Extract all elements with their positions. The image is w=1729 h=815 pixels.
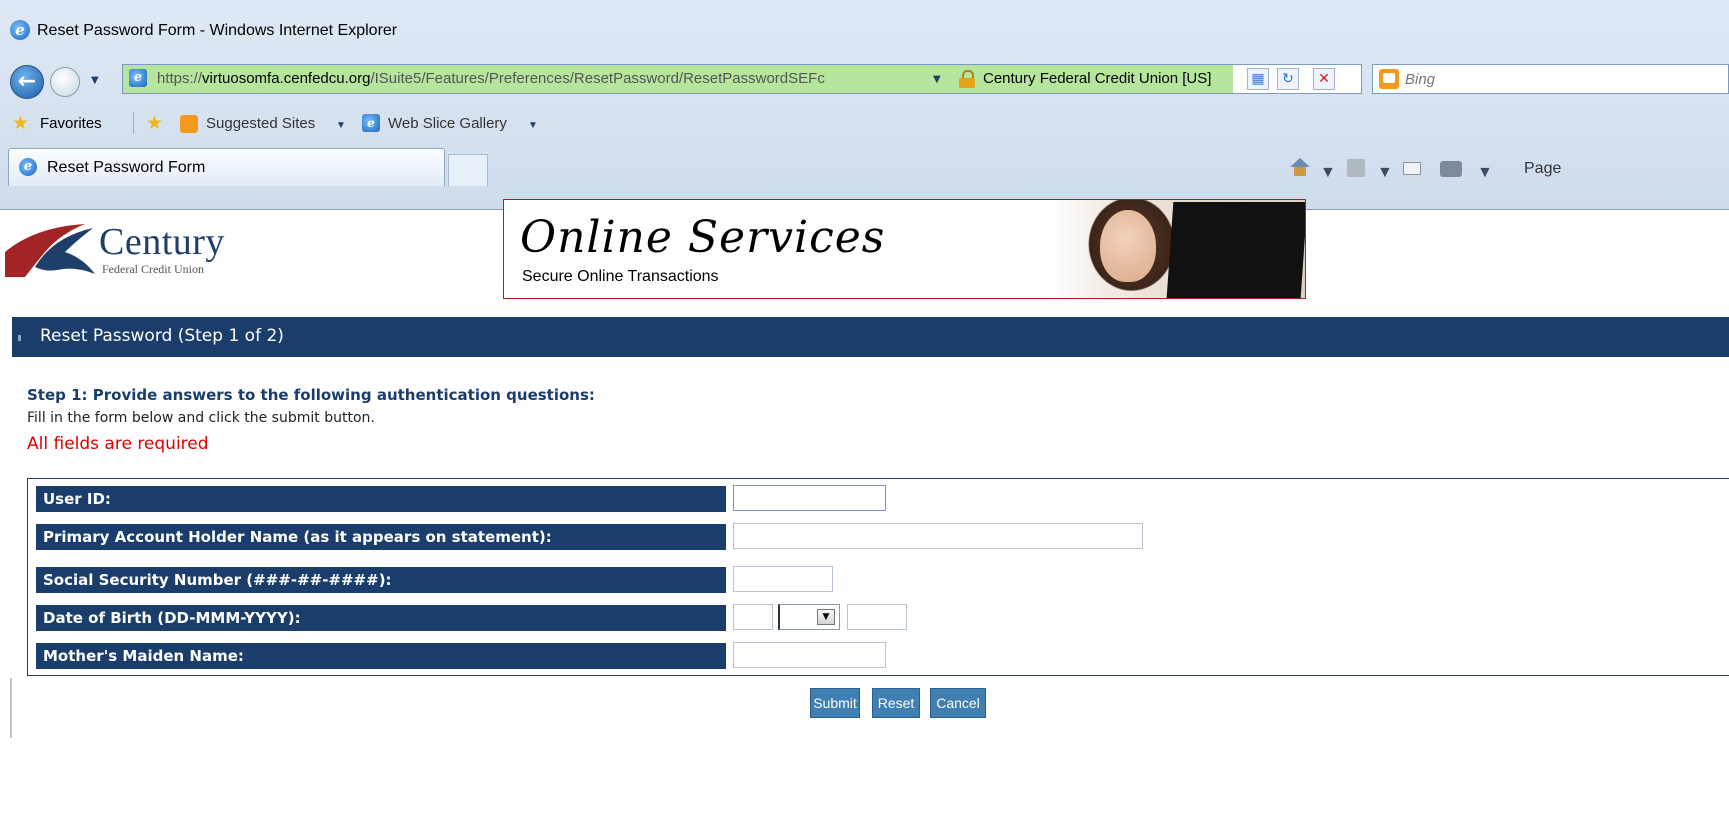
window-title: Reset Password Form - Windows Internet E…: [37, 22, 398, 39]
logo-name: Century: [99, 221, 225, 263]
home-icon[interactable]: [1290, 158, 1310, 176]
ssn-field[interactable]: [733, 566, 833, 592]
url-host: virtuosomfa.cenfedcu.org: [202, 70, 371, 87]
step-title: Reset Password (Step 1 of 2): [40, 326, 284, 346]
eagle-logo-icon: [5, 224, 95, 277]
online-services-banner: Online Services Secure Online Transactio…: [503, 199, 1306, 299]
reset-button[interactable]: Reset: [872, 688, 920, 718]
tab-label: Reset Password Form: [47, 159, 206, 176]
page-icon: e: [129, 69, 147, 87]
back-button[interactable]: ←: [10, 65, 44, 99]
dob-month-select[interactable]: ▼: [778, 604, 840, 630]
page-menu[interactable]: Page: [1524, 160, 1561, 178]
favorites-bar: ★ Favorites ★ Suggested Sites ▼ e Web Sl…: [0, 108, 1729, 138]
lock-icon[interactable]: [959, 70, 975, 88]
address-bar[interactable]: e https://virtuosomfa.cenfedcu.org/ISuit…: [122, 64, 1362, 94]
tab-page-icon: e: [19, 158, 37, 176]
century-logo[interactable]: Century Federal Credit Union: [5, 220, 245, 280]
recent-pages-dropdown-icon[interactable]: ▼: [91, 75, 99, 86]
web-slice-dropdown-icon[interactable]: ▼: [528, 120, 538, 131]
print-dropdown-icon[interactable]: ▼: [1477, 164, 1493, 182]
search-input[interactable]: [1405, 68, 1705, 90]
feeds-icon[interactable]: [1347, 159, 1365, 177]
dob-day-field[interactable]: [733, 604, 773, 630]
feeds-dropdown-icon[interactable]: ▼: [1377, 164, 1393, 182]
maiden-name-field[interactable]: [733, 642, 886, 668]
favorites-separator: [133, 112, 134, 134]
dob-year-field[interactable]: [847, 604, 907, 630]
step-bullet-icon: [18, 335, 21, 341]
maiden-name-label: Mother's Maiden Name:: [36, 643, 726, 669]
logo-subtitle: Federal Credit Union: [102, 262, 204, 276]
search-box[interactable]: [1372, 64, 1729, 94]
favorites-star-icon[interactable]: ★: [12, 112, 29, 135]
read-mail-icon[interactable]: [1403, 162, 1421, 175]
address-dropdown-icon[interactable]: ▼: [933, 74, 941, 85]
suggested-sites-dropdown-icon[interactable]: ▼: [336, 120, 346, 131]
suggested-sites-link[interactable]: Suggested Sites: [206, 115, 315, 132]
cancel-button[interactable]: Cancel: [930, 688, 986, 718]
ie-logo-icon: e: [10, 20, 30, 40]
instruction-text: Fill in the form below and click the sub…: [27, 410, 375, 426]
banner-photo: [1052, 200, 1305, 298]
refresh-icon[interactable]: ↻: [1277, 68, 1299, 90]
chevron-down-icon[interactable]: ▼: [817, 609, 835, 625]
stop-icon[interactable]: ✕: [1313, 68, 1335, 90]
certificate-label[interactable]: Century Federal Credit Union [US]: [983, 70, 1211, 87]
step-header: Reset Password (Step 1 of 2): [12, 317, 1729, 357]
ssn-label: Social Security Number (###-##-####):: [36, 567, 726, 593]
url-path: /ISuite5/Features/Preferences/ResetPassw…: [370, 70, 825, 87]
authentication-form: User ID: Primary Account Holder Name (as…: [27, 478, 1729, 676]
user-id-label: User ID:: [36, 486, 726, 512]
holder-name-field[interactable]: [733, 523, 1143, 549]
dob-label: Date of Birth (DD-MMM-YYYY):: [36, 605, 726, 631]
bing-icon: [1379, 69, 1399, 89]
photo-laptop: [1166, 202, 1305, 298]
address-url[interactable]: https://virtuosomfa.cenfedcu.org/ISuite5…: [157, 70, 937, 87]
forward-button[interactable]: [50, 67, 80, 97]
tab-reset-password-form[interactable]: e Reset Password Form: [8, 148, 445, 186]
content-left-border: [10, 678, 12, 738]
compatibility-view-icon[interactable]: ▦: [1247, 68, 1269, 90]
tab-bar: e Reset Password Form ▼ ▼ ▼ Page: [0, 146, 1729, 190]
instruction-heading: Step 1: Provide answers to the following…: [27, 386, 595, 404]
web-slice-icon: e: [362, 114, 380, 132]
browser-chrome: e Reset Password Form - Windows Internet…: [0, 0, 1729, 210]
holder-name-label: Primary Account Holder Name (as it appea…: [36, 524, 726, 550]
required-notice: All fields are required: [27, 434, 209, 454]
print-icon[interactable]: [1440, 161, 1462, 177]
navigation-bar: ← ▼ e https://virtuosomfa.cenfedcu.org/I…: [0, 55, 1729, 103]
submit-button[interactable]: Submit: [810, 688, 860, 718]
title-bar: e Reset Password Form - Windows Internet…: [0, 14, 1729, 44]
url-prefix: https://: [157, 70, 203, 87]
suggested-sites-icon: [180, 115, 198, 133]
web-slice-gallery-link[interactable]: Web Slice Gallery: [388, 115, 507, 132]
banner-title: Online Services: [520, 212, 886, 263]
favorites-button[interactable]: Favorites: [40, 115, 102, 132]
banner-subtitle: Secure Online Transactions: [522, 268, 719, 285]
new-tab-button[interactable]: [448, 154, 488, 186]
user-id-field[interactable]: [733, 485, 886, 511]
home-dropdown-icon[interactable]: ▼: [1320, 164, 1336, 182]
photo-person-face: [1100, 210, 1156, 282]
add-to-favorites-icon[interactable]: ★: [146, 112, 163, 135]
